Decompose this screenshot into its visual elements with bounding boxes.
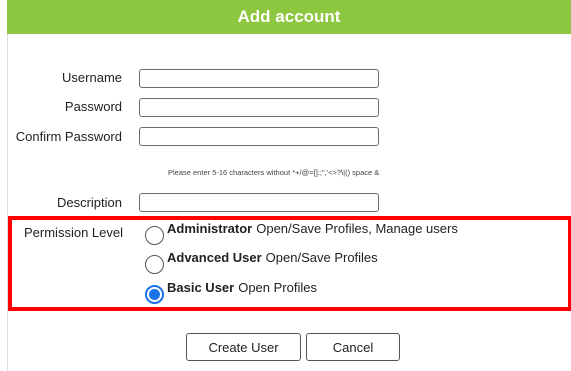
username-label: Username — [62, 70, 122, 85]
permission-option-basic[interactable]: Basic User Open Profiles — [145, 280, 317, 304]
cancel-button[interactable]: Cancel — [306, 333, 400, 361]
password-label: Password — [64, 99, 122, 114]
permission-option-administrator[interactable]: Administrator Open/Save Profiles, Manage… — [145, 221, 458, 245]
radio-basic[interactable] — [145, 285, 164, 304]
password-hint: Please enter 5-16 characters without *+/… — [168, 168, 380, 177]
radio-advanced[interactable] — [145, 255, 164, 274]
username-input[interactable] — [139, 69, 379, 88]
password-input[interactable] — [139, 98, 379, 117]
option-desc: Open/Save Profiles, Manage users — [256, 221, 458, 236]
create-user-button[interactable]: Create User — [186, 333, 301, 361]
option-name: Basic User — [167, 280, 235, 295]
confirm-password-input[interactable] — [139, 127, 379, 146]
radio-administrator[interactable] — [145, 226, 164, 245]
option-name: Administrator — [167, 221, 253, 236]
confirm-password-label: Confirm Password — [15, 129, 122, 144]
option-name: Advanced User — [167, 250, 262, 265]
description-input[interactable] — [139, 193, 379, 212]
description-label: Description — [56, 195, 122, 210]
permission-option-advanced[interactable]: Advanced User Open/Save Profiles — [145, 250, 378, 274]
add-account-dialog: Add account Username Password Confirm Pa… — [0, 0, 571, 371]
permission-level-label: Permission Level — [24, 225, 123, 240]
option-desc: Open Profiles — [238, 280, 317, 295]
option-desc: Open/Save Profiles — [265, 250, 378, 265]
dialog-title: Add account — [7, 0, 571, 34]
